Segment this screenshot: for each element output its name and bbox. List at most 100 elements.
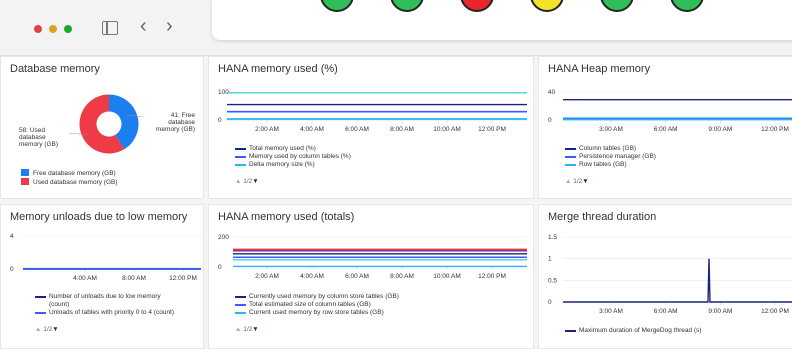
legend-item[interactable]: Unloads of tables with priority 0 to 4 (… bbox=[35, 309, 174, 317]
y-tick-label: 200 bbox=[218, 234, 229, 241]
status-circle-icon[interactable] bbox=[600, 0, 634, 12]
pager-text: 1/2 bbox=[243, 326, 253, 333]
status-circle-icon[interactable] bbox=[320, 0, 354, 12]
legend-swatch bbox=[235, 156, 246, 158]
legend-item[interactable]: Memory used by column tables (%) bbox=[235, 153, 351, 161]
legend-swatch bbox=[235, 164, 246, 166]
x-tick-label: 2:00 AM bbox=[255, 126, 279, 133]
chart-legend: Currently used memory by column store ta… bbox=[235, 293, 399, 317]
maximize-window-button[interactable] bbox=[64, 25, 72, 33]
x-tick-label: 9:00 AM bbox=[708, 126, 732, 133]
free-memory-label-line: database bbox=[168, 119, 195, 126]
legend-swatch bbox=[565, 156, 576, 158]
close-window-button[interactable] bbox=[34, 25, 42, 33]
legend-item[interactable]: Current used memory by row store tables … bbox=[235, 309, 399, 317]
used-memory-label-line: database bbox=[19, 134, 46, 141]
y-tick-label: 0 bbox=[548, 117, 552, 124]
merge-thread-duration-tile[interactable]: Merge thread duration 1.5 1 0.5 0 3:00 AM 6:0… bbox=[538, 204, 792, 349]
forward-button[interactable]: › bbox=[166, 16, 173, 36]
legend-item[interactable]: Currently used memory by column store ta… bbox=[235, 293, 399, 301]
legend-item[interactable]: Total memory used (%) bbox=[235, 145, 351, 153]
legend-swatch bbox=[21, 178, 29, 185]
page-down-icon[interactable]: ▼ bbox=[252, 178, 258, 185]
y-tick-label: 1.5 bbox=[548, 234, 557, 241]
used-memory-label-line: 58: Used bbox=[19, 127, 46, 134]
legend-pager[interactable]: ▲ 1/2▼ bbox=[235, 326, 259, 333]
pager-text: 1/2 bbox=[573, 178, 583, 185]
legend-item[interactable]: Number of unloads due to low memory (coun… bbox=[35, 293, 174, 309]
legend-label: Used database memory (GB) bbox=[33, 179, 118, 186]
y-tick-label: 40 bbox=[548, 89, 556, 96]
hana-memory-used-percent-tile[interactable]: HANA memory used (%) 100 0 2:00 AM 4:00 AM 6… bbox=[208, 56, 534, 199]
x-tick-label: 8:00 AM bbox=[122, 275, 146, 282]
x-tick-label: 12:00 PM bbox=[478, 273, 506, 280]
legend-label: Total memory used (%) bbox=[249, 145, 316, 152]
chart-legend: Column tables (GB) Persistence manager (… bbox=[565, 145, 656, 169]
legend-swatch bbox=[235, 304, 246, 306]
legend-swatch bbox=[565, 164, 576, 166]
y-tick-label: 4 bbox=[10, 233, 14, 240]
page-down-icon[interactable]: ▼ bbox=[52, 326, 58, 333]
back-button[interactable]: ‹ bbox=[140, 16, 147, 36]
overlapping-status-panel bbox=[212, 0, 792, 40]
legend-item[interactable]: Persistence manager (GB) bbox=[565, 153, 656, 161]
hana-memory-used-totals-tile[interactable]: HANA memory used (totals) 200 0 2:00 AM 4:0… bbox=[208, 204, 534, 349]
x-tick-label: 6:00 AM bbox=[654, 308, 678, 315]
legend-label: (count) bbox=[49, 301, 70, 308]
page-up-icon[interactable]: ▲ bbox=[235, 326, 241, 333]
legend-swatch bbox=[565, 330, 576, 332]
legend-item[interactable]: Delta memory size (%) bbox=[235, 161, 351, 169]
legend-pager[interactable]: ▲ 1/2▼ bbox=[35, 326, 59, 333]
legend-item[interactable]: Maximum duration of MergeDog thread (s) bbox=[565, 327, 701, 335]
status-circle-icon[interactable] bbox=[530, 0, 564, 12]
legend-item[interactable]: Total estimated size of column tables (G… bbox=[235, 301, 399, 309]
legend-label: Currently used memory by column store ta… bbox=[249, 293, 399, 300]
status-circle-icon[interactable] bbox=[670, 0, 704, 12]
x-tick-label: 9:00 AM bbox=[708, 308, 732, 315]
x-tick-label: 6:00 AM bbox=[345, 126, 369, 133]
legend-swatch bbox=[35, 312, 46, 314]
page-down-icon[interactable]: ▼ bbox=[582, 178, 588, 185]
legend-item-used[interactable]: Used database memory (GB) bbox=[21, 178, 118, 187]
x-tick-label: 10:00 AM bbox=[433, 126, 460, 133]
status-circle-icon[interactable] bbox=[460, 0, 494, 12]
database-memory-tile[interactable]: Database memory 41: Free database memory… bbox=[0, 56, 204, 199]
chart-legend: Number of unloads due to low memory (coun… bbox=[35, 293, 174, 317]
page-up-icon[interactable]: ▲ bbox=[235, 178, 241, 185]
legend-swatch bbox=[235, 296, 246, 298]
page-up-icon[interactable]: ▲ bbox=[35, 326, 41, 333]
page-up-icon[interactable]: ▲ bbox=[565, 178, 571, 185]
x-tick-label: 6:00 AM bbox=[654, 126, 678, 133]
x-tick-label: 3:00 AM bbox=[599, 308, 623, 315]
sidebar-toggle-icon[interactable] bbox=[102, 21, 118, 35]
page-down-icon[interactable]: ▼ bbox=[252, 326, 258, 333]
memory-unloads-tile[interactable]: Memory unloads due to low memory 4 0 4:00 … bbox=[0, 204, 204, 349]
free-memory-label: 41: Free database memory (GB) bbox=[143, 112, 195, 133]
legend-swatch bbox=[565, 148, 576, 150]
hana-heap-memory-tile[interactable]: HANA Heap memory 40 0 3:00 AM 6:00 AM 9:00 A… bbox=[538, 56, 792, 199]
minimize-window-button[interactable] bbox=[49, 25, 57, 33]
legend-item[interactable]: Row tables (GB) bbox=[565, 161, 656, 169]
x-tick-label: 6:00 AM bbox=[345, 273, 369, 280]
x-tick-label: 4:00 AM bbox=[300, 126, 324, 133]
legend-pager[interactable]: ▲ 1/2▼ bbox=[235, 178, 259, 185]
legend-label: Number of unloads due to low memory bbox=[49, 293, 161, 300]
donut-legend: Free database memory (GB) Used database … bbox=[21, 169, 118, 187]
legend-swatch bbox=[35, 296, 46, 298]
status-circle-icon[interactable] bbox=[390, 0, 424, 12]
free-memory-label-line: 41: Free bbox=[170, 112, 195, 119]
pager-text: 1/2 bbox=[243, 178, 253, 185]
x-tick-label: 8:00 AM bbox=[390, 273, 414, 280]
x-tick-label: 12:00 PM bbox=[761, 308, 789, 315]
chart-legend: Maximum duration of MergeDog thread (s) bbox=[565, 327, 701, 335]
y-tick-label: 0 bbox=[548, 299, 552, 306]
legend-item-free[interactable]: Free database memory (GB) bbox=[21, 169, 118, 178]
y-tick-label: 0 bbox=[218, 117, 222, 124]
used-memory-label: 58: Used database memory (GB) bbox=[19, 127, 69, 148]
legend-item[interactable]: Column tables (GB) bbox=[565, 145, 656, 153]
y-tick-label: 0 bbox=[218, 264, 222, 271]
legend-label: Column tables (GB) bbox=[579, 145, 637, 152]
legend-pager[interactable]: ▲ 1/2▼ bbox=[565, 178, 589, 185]
legend-label: Free database memory (GB) bbox=[33, 170, 116, 177]
x-tick-label: 12:00 PM bbox=[478, 126, 506, 133]
